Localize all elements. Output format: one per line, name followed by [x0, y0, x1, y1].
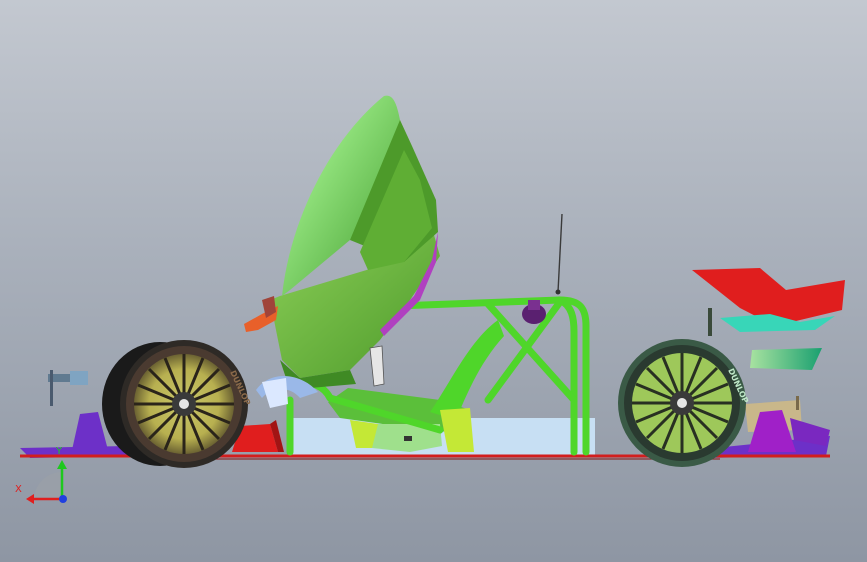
- front-wheel: [102, 340, 248, 468]
- axis-triad[interactable]: [26, 460, 67, 504]
- model-viewport[interactable]: DUNLOP DUNLOP X Y: [0, 0, 867, 562]
- race-car-model[interactable]: DUNLOP DUNLOP: [0, 0, 867, 562]
- front-bracket: [48, 370, 88, 406]
- triad-y-arrow-icon: [57, 460, 67, 469]
- triad-z-axis-icon: [59, 495, 67, 503]
- rear-wheel: [618, 339, 746, 467]
- door-open[interactable]: [270, 95, 440, 388]
- triad-x-arrow-icon: [26, 494, 34, 504]
- triad-x-label: X: [15, 484, 22, 495]
- triad-y-label: Y: [56, 446, 63, 457]
